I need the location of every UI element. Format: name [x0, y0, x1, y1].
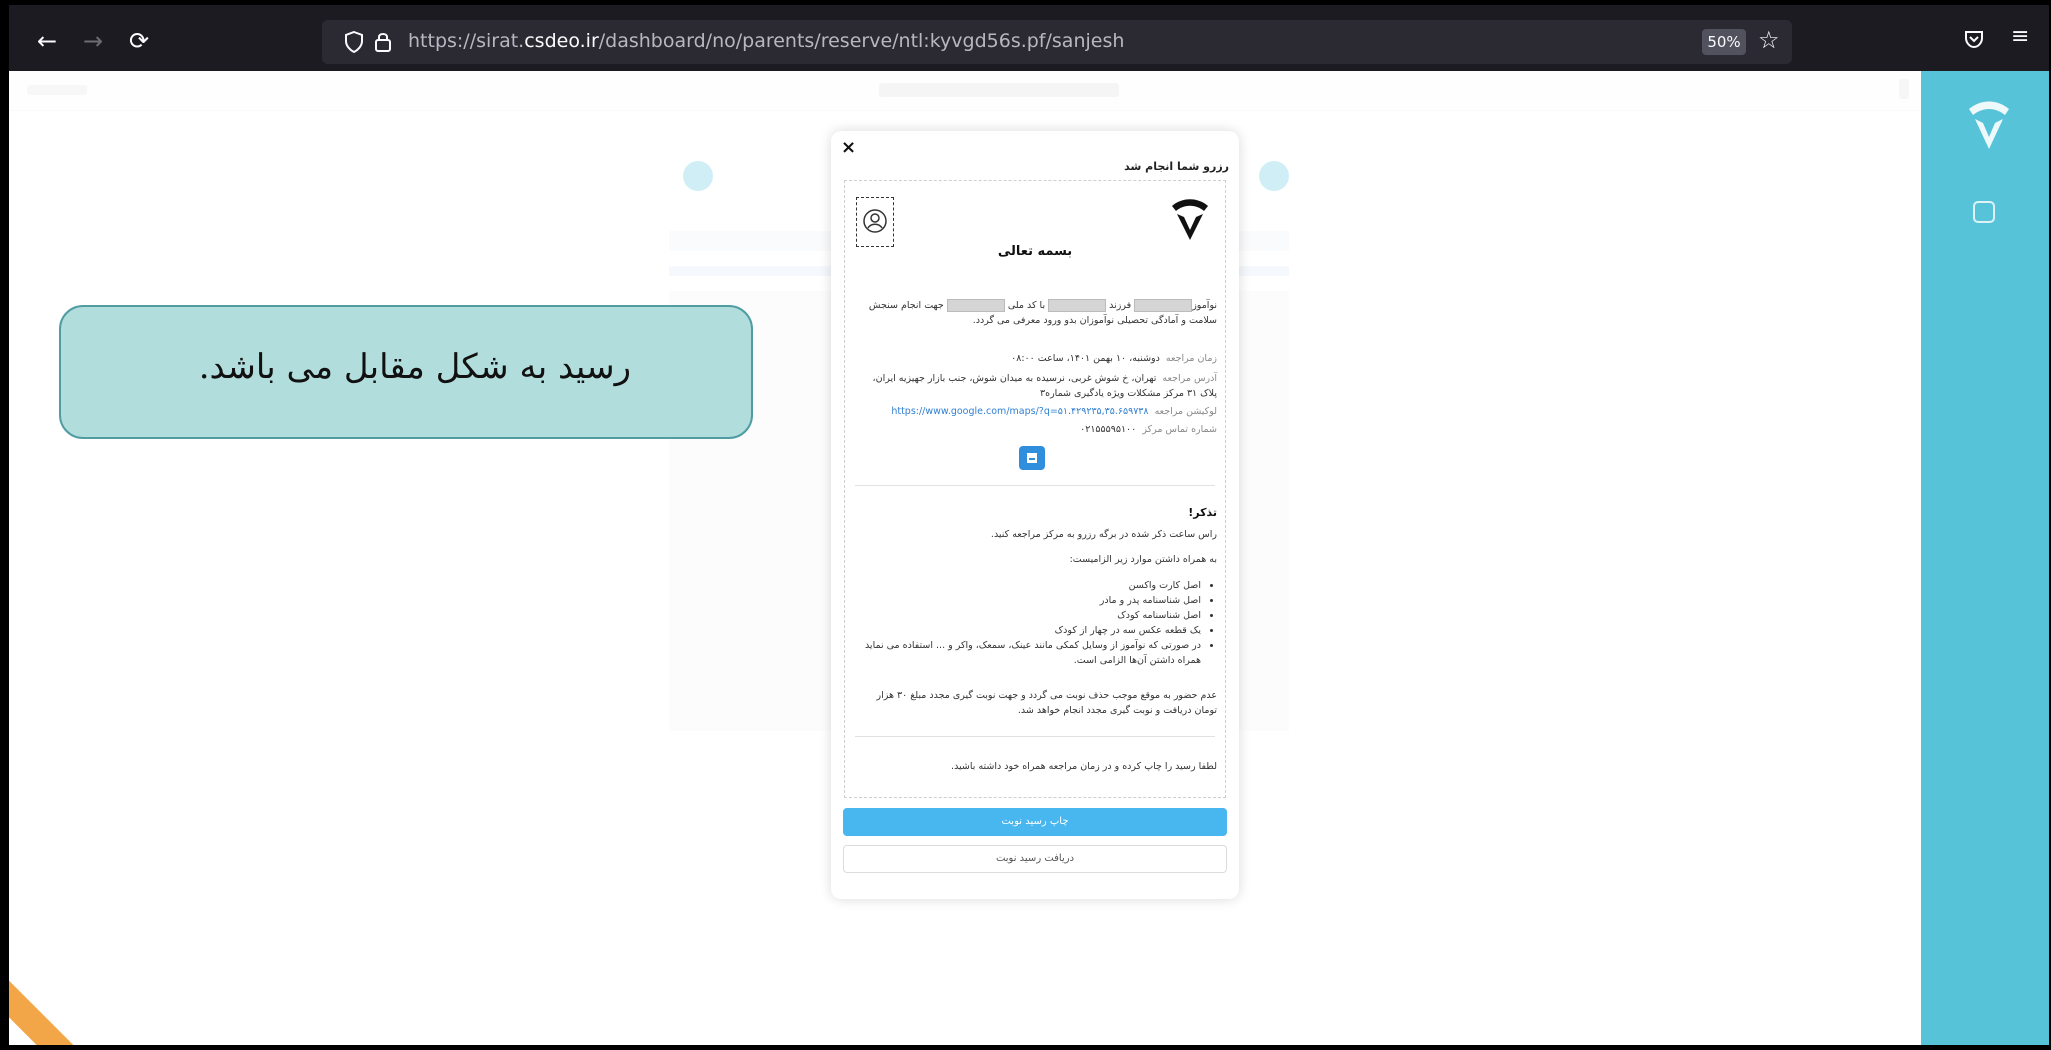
list-item: اصل شناسنامه پدر و مادر	[855, 593, 1201, 608]
lock-icon[interactable]	[374, 31, 392, 53]
print-receipt-icon-button[interactable]	[1019, 446, 1045, 470]
divider	[855, 485, 1215, 486]
receipt-heading: بسمه تعالی	[997, 244, 1073, 259]
callout-text: رسید به شکل مقابل می باشد.	[198, 347, 631, 387]
map-link[interactable]: https://www.google.com/maps/?q=۵۱.۴۲۹۲۳۵…	[891, 406, 1148, 417]
receipt-card: بسمه تعالی نوآموز فرزند با کد ملی جهت ان…	[844, 180, 1226, 798]
phone-row: شماره تماس مرکز ۰۲۱۵۵۵۹۵۱۰۰	[1080, 424, 1217, 435]
zoom-level[interactable]: 50%	[1702, 29, 1746, 55]
reservation-modal: × رزرو شما انجام شد بسمه تعالی نوآموز فر…	[831, 131, 1239, 899]
photo-placeholder	[856, 197, 894, 247]
address-bar[interactable]: https://sirat.csdeo.ir/dashboard/no/pare…	[322, 20, 1792, 64]
back-icon[interactable]: ←	[33, 27, 61, 55]
redacted-father-name	[1048, 299, 1107, 312]
divider	[855, 736, 1215, 737]
user-avatar-icon	[863, 209, 887, 233]
url-text[interactable]: https://sirat.csdeo.ir/dashboard/no/pare…	[408, 30, 1124, 52]
appointment-time-row: زمان مراجعه دوشنبه، ۱۰ بهمن ۱۴۰۱، ساعت ۰…	[1011, 353, 1217, 364]
download-receipt-button[interactable]: دریافت رسید نوبت	[843, 845, 1227, 873]
redacted-name	[1134, 299, 1193, 312]
browser-toolbar: ← → ⟳ https://sirat.csdeo.ir/dashboard/n…	[9, 5, 2049, 71]
pocket-icon[interactable]	[1964, 29, 1984, 49]
intro-paragraph: نوآموز فرزند با کد ملی جهت انجام سنجش سل…	[868, 299, 1217, 326]
close-icon[interactable]: ×	[841, 137, 856, 158]
requirements-list: اصل کارت واکسن اصل شناسنامه پدر و مادر ا…	[855, 578, 1201, 668]
reminder-title: تذکر!	[1188, 506, 1217, 519]
shield-icon[interactable]	[344, 31, 364, 53]
document-icon	[1027, 453, 1037, 463]
redacted-national-code	[946, 299, 1005, 312]
reminder-text: راس ساعت ذکر شده در برگه رزرو به مرکز مر…	[990, 529, 1217, 540]
organization-logo-icon	[1172, 199, 1208, 240]
screen: ← → ⟳ https://sirat.csdeo.ir/dashboard/n…	[9, 5, 2049, 1045]
absence-warning: عدم حضور به موقع موجب حذف نوبت می گردد و…	[876, 690, 1217, 716]
list-item: اصل کارت واکسن	[855, 578, 1201, 593]
receipt-footer-note: لطفا رسید را چاپ کرده و در زمان مراجعه ه…	[951, 761, 1217, 772]
forward-icon[interactable]: →	[79, 27, 107, 55]
dashboard-icon[interactable]	[1973, 201, 1995, 223]
web-page: × رزرو شما انجام شد بسمه تعالی نوآموز فر…	[9, 71, 2049, 1045]
address-row: آدرس مراجعه تهران، خ شوش غربی، نرسیده به…	[872, 373, 1217, 399]
modal-title: رزرو شما انجام شد	[1124, 160, 1229, 173]
sidebar	[1921, 71, 2049, 1045]
requirements-intro: به همراه داشتن موارد زیر الزامیست:	[1069, 554, 1217, 565]
reload-icon[interactable]: ⟳	[125, 27, 153, 55]
logo-icon	[1969, 101, 2009, 149]
menu-icon[interactable]: ≡	[2011, 24, 2029, 49]
print-receipt-button[interactable]: چاپ رسید نوبت	[843, 808, 1227, 836]
list-item: در صورتی که نوآموز از وسایل کمکی مانند ع…	[855, 638, 1201, 668]
annotation-callout: رسید به شکل مقابل می باشد.	[59, 305, 753, 439]
list-item: اصل شناسنامه کودک	[855, 608, 1201, 623]
location-row: لوکیشن مراجعه https://www.google.com/map…	[891, 406, 1217, 417]
list-item: یک قطعه عکس سه در چهار از کودک	[855, 623, 1201, 638]
bookmark-star-icon[interactable]: ☆	[1758, 26, 1780, 54]
